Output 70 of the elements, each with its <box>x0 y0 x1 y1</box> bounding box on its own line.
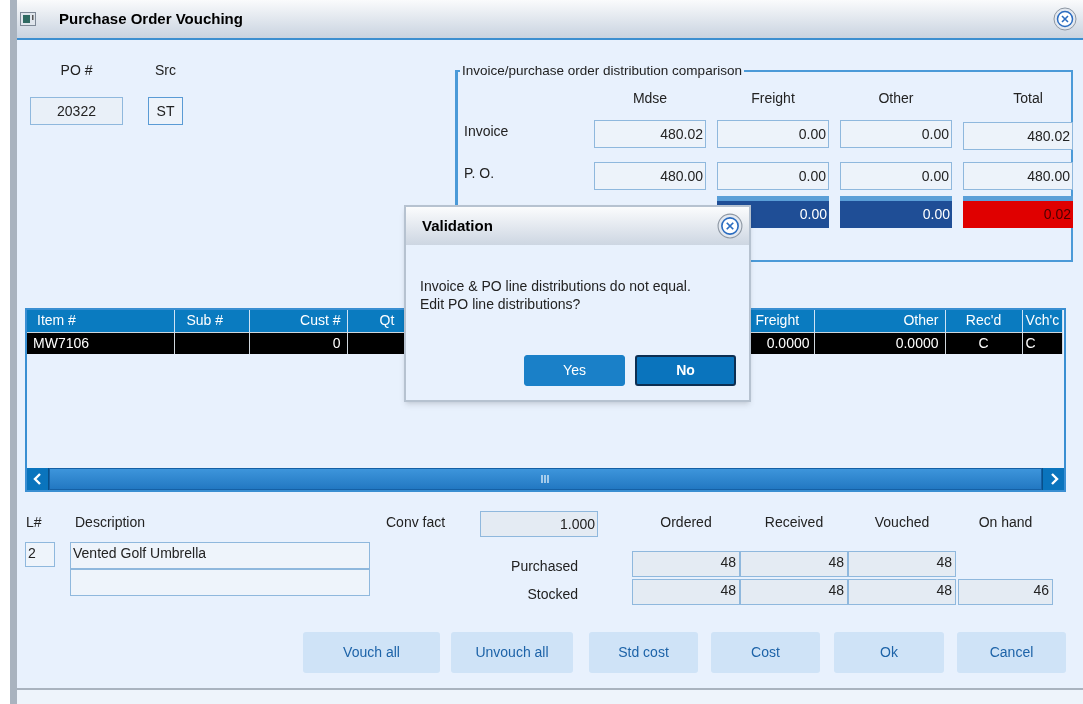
row-label: Purchased <box>511 557 578 575</box>
amount-field[interactable]: 0.00 <box>717 120 829 148</box>
column-header: Vouched <box>873 513 931 532</box>
dialog-button[interactable]: Yes <box>524 355 625 386</box>
column-header: Item # <box>27 310 174 332</box>
action-button[interactable]: Ok <box>834 632 944 673</box>
window-title: Purchase Order Vouching <box>59 8 243 29</box>
quantity-field[interactable]: 48 <box>632 579 740 605</box>
scroll-right-button[interactable] <box>1042 468 1064 490</box>
grip-icon <box>540 475 551 483</box>
difference-field[interactable]: 0.00 <box>840 196 952 228</box>
line-field[interactable]: 2 <box>25 542 55 567</box>
column-header: Mdse <box>631 89 669 108</box>
amount-field[interactable]: 0.00 <box>840 162 952 190</box>
amount-field[interactable]: 480.02 <box>594 120 706 148</box>
action-button[interactable]: Vouch all <box>303 632 440 673</box>
src-field[interactable]: ST <box>148 97 183 125</box>
line-label: L# <box>25 513 43 532</box>
action-button[interactable]: Std cost <box>589 632 698 673</box>
amount-field[interactable]: 0.00 <box>840 120 952 148</box>
column-header: Total <box>1012 89 1044 108</box>
table-cell: MW7106 <box>27 332 174 354</box>
quantity-field[interactable]: 48 <box>740 551 848 577</box>
close-icon[interactable] <box>717 213 743 239</box>
row-label: Invoice <box>464 122 510 141</box>
dialog-button[interactable]: No <box>635 355 736 386</box>
amount-field[interactable]: 480.02 <box>963 122 1073 150</box>
column-header: Freight <box>750 89 796 108</box>
column-header: Other <box>877 89 915 108</box>
row-label: Stocked <box>527 585 578 603</box>
po-label: PO # <box>60 61 93 80</box>
chevron-right-icon <box>1048 473 1059 485</box>
amount-field[interactable]: 480.00 <box>963 162 1073 190</box>
quantity-field[interactable]: 46 <box>958 579 1053 605</box>
description-field[interactable]: Vented Golf Umbrella <box>70 542 370 569</box>
scroll-left-button[interactable] <box>27 468 49 490</box>
dialog-message: Invoice & PO line distributions do not equal. Edit PO line distributions? <box>420 277 692 313</box>
chevron-left-icon <box>32 473 43 485</box>
description-field-2[interactable] <box>70 569 370 596</box>
column-header: Sub # <box>174 310 249 332</box>
scroll-thumb[interactable] <box>49 468 1042 490</box>
column-header: Ordered <box>659 513 713 532</box>
quantity-field[interactable]: 48 <box>848 579 956 605</box>
amount-field[interactable]: 480.00 <box>594 162 706 190</box>
table-cell: 0 <box>249 332 347 354</box>
table-cell: C <box>1022 332 1062 354</box>
po-field[interactable]: 20322 <box>30 97 123 125</box>
column-header: Cust # <box>249 310 347 332</box>
src-label: Src <box>155 61 176 80</box>
action-button[interactable]: Unvouch all <box>451 632 573 673</box>
action-button[interactable]: Cancel <box>957 632 1066 673</box>
column-header: On hand <box>977 513 1034 532</box>
conv-fact-field[interactable]: 1.000 <box>480 511 598 537</box>
conv-fact-label: Conv fact <box>386 513 447 532</box>
amount-field[interactable]: 0.00 <box>717 162 829 190</box>
column-header: Vch'c <box>1022 310 1062 332</box>
quantity-field[interactable]: 48 <box>740 579 848 605</box>
quantity-field[interactable]: 48 <box>632 551 740 577</box>
column-header: Rec'd <box>945 310 1022 332</box>
description-label: Description <box>74 513 147 532</box>
quantity-field[interactable]: 48 <box>848 551 956 577</box>
column-header: Received <box>763 513 825 532</box>
dialog-title: Validation <box>422 215 493 236</box>
row-label: P. O. <box>464 164 496 183</box>
app-icon <box>20 12 36 26</box>
table-cell: 0.0000 <box>814 332 945 354</box>
close-icon[interactable] <box>1053 7 1077 31</box>
table-cell: C <box>945 332 1022 354</box>
column-header: Other <box>814 310 945 332</box>
action-button[interactable]: Cost <box>711 632 820 673</box>
